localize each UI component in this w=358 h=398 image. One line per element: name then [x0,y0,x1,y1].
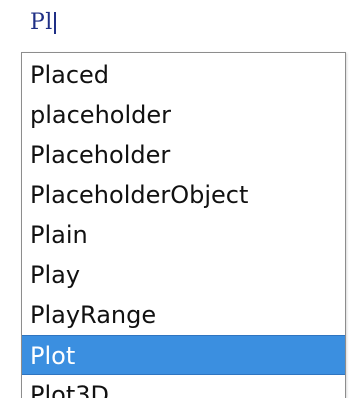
code-input[interactable]: Pl [30,8,56,38]
autocomplete-item[interactable]: Play [22,255,345,295]
text-caret [53,12,56,34]
autocomplete-item[interactable]: PlayRange [22,295,345,335]
typed-text: Pl [30,10,53,35]
autocomplete-dropdown[interactable]: Placed placeholder Placeholder Placehold… [21,52,346,398]
autocomplete-item[interactable]: placeholder [22,95,345,135]
autocomplete-list: Placed placeholder Placeholder Placehold… [22,53,345,398]
autocomplete-item[interactable]: PlaceholderObject [22,175,345,215]
autocomplete-item[interactable]: Plot3D [22,375,345,398]
autocomplete-item[interactable]: Plain [22,215,345,255]
autocomplete-item[interactable]: Placed [22,55,345,95]
autocomplete-item[interactable]: Placeholder [22,135,345,175]
autocomplete-item-selected[interactable]: Plot [22,335,345,375]
